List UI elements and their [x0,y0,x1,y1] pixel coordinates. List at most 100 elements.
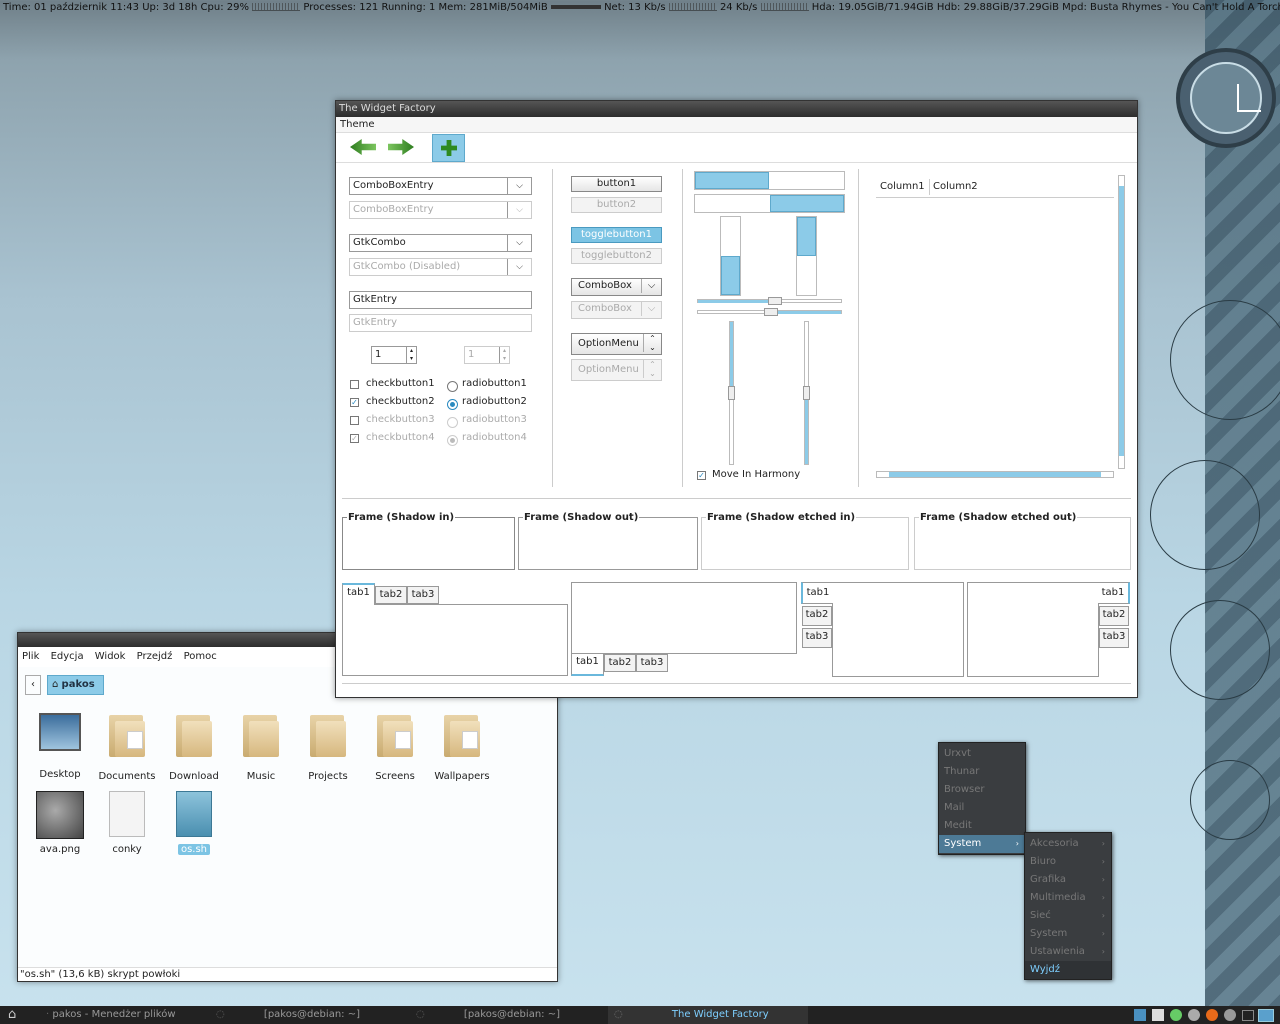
tab-right-1[interactable]: tab1 [1098,582,1130,604]
task-terminal-1[interactable]: ◌ [pakos@debian: ~] [210,1006,400,1024]
menu-przejdz[interactable]: Przejdź [137,651,173,662]
checkbutton-1[interactable] [350,380,359,389]
slider-handle[interactable] [728,386,735,400]
spin-arrows-icon[interactable]: ▴ ▾ [406,347,416,363]
submenu-item-akcesoria[interactable]: Akcesoria › [1025,835,1111,853]
submenu-item-siec[interactable]: Sieć › [1025,907,1111,925]
tray-icon-6[interactable] [1224,1009,1236,1021]
chevron-right-icon: › [1101,839,1105,848]
optionmenu-1[interactable]: OptionMenu ⌃ ⌄ [571,333,662,355]
tab-right-3[interactable]: tab3 [1099,628,1129,648]
tab-top-1[interactable]: tab1 [342,583,375,605]
slider-handle[interactable] [803,386,810,400]
tab-bottom-3[interactable]: tab3 [636,654,668,672]
radiobutton-1[interactable] [447,381,458,392]
menu-item-system[interactable]: System › [939,835,1025,853]
task-widget-factory[interactable]: ◌ The Widget Factory [608,1006,808,1024]
button-1[interactable]: button1 [571,176,662,192]
column-header-1[interactable]: Column1 [880,181,925,192]
tray-icon-1[interactable] [1134,1009,1146,1021]
tray-icon-3[interactable] [1170,1009,1182,1021]
tab-top-3[interactable]: tab3 [407,586,439,604]
checkbutton-2[interactable]: ✓ [350,398,359,407]
tab-right-2[interactable]: tab2 [1099,606,1129,626]
menu-widok[interactable]: Widok [95,651,126,662]
spinbutton-1[interactable]: 1 ▴ ▾ [371,346,417,364]
add-button[interactable] [432,134,465,162]
radiobutton-2[interactable] [447,399,458,410]
menu-item-thunar[interactable]: Thunar [939,763,1025,781]
togglebutton-1[interactable]: togglebutton1 [571,227,662,243]
home-icon[interactable]: ⌂ [8,1008,24,1022]
tab-bottom-1[interactable]: tab1 [571,654,604,676]
file-music[interactable]: Music [229,711,293,782]
tab-left-3[interactable]: tab3 [802,628,832,648]
scale-vertical-2[interactable] [803,321,810,465]
scale-vertical-1[interactable] [728,321,735,465]
back-arrow-icon[interactable] [350,139,376,155]
task-terminal-2[interactable]: ◌ [pakos@debian: ~] [410,1006,600,1024]
desktop-pager-2[interactable] [1258,1009,1274,1022]
comboboxentry-1[interactable]: ComboBoxEntry ⌵ [349,177,532,195]
slider-handle[interactable] [764,308,778,316]
menu-item-mail[interactable]: Mail [939,799,1025,817]
menu-pomoc[interactable]: Pomoc [184,651,217,662]
file-os-sh[interactable]: os.sh [162,791,226,855]
gtkcombo[interactable]: GtkCombo ⌵ [349,234,532,252]
tray-icon-2[interactable] [1152,1009,1164,1021]
forward-arrow-icon[interactable] [388,139,414,155]
chevron-down-icon[interactable]: ⌵ [507,235,531,251]
back-button[interactable]: ‹ [25,675,41,695]
file-download[interactable]: Download [162,711,226,782]
file-conky[interactable]: conky [95,791,159,855]
submenu-item-grafika[interactable]: Grafika › [1025,871,1111,889]
file-wallpapers[interactable]: Wallpapers [430,711,494,782]
tab-left-1[interactable]: tab1 [801,582,833,604]
chevron-down-icon[interactable]: ⌵ [507,178,531,194]
desktop-pager-1[interactable] [1242,1010,1254,1021]
file-ava-png[interactable]: ava.png [28,791,92,855]
treeview[interactable]: Column1 Column2 [874,175,1126,481]
file-documents[interactable]: Documents [95,711,159,782]
submenu-item-wyjdz[interactable]: Wyjdź [1025,961,1111,979]
task-file-manager[interactable]: · pakos - Menedżer plików [40,1006,205,1024]
mem-bar [550,5,601,9]
chevron-down-icon: ⌵ [641,302,661,316]
file-projects[interactable]: Projects [296,711,360,782]
widget-factory-titlebar[interactable]: The Widget Factory [336,101,1137,117]
submenu-item-multimedia[interactable]: Multimedia › [1025,889,1111,907]
location-button[interactable]: ⌂ pakos [47,675,104,695]
horizontal-scrollbar[interactable] [876,471,1114,478]
clock-widget [1176,48,1276,148]
tab-bottom-2[interactable]: tab2 [604,654,636,672]
gtkentry[interactable]: GtkEntry [349,291,532,309]
combobox-1[interactable]: ComboBox ⌵ [571,278,662,296]
column-header-2[interactable]: Column2 [933,181,978,192]
tab-left-2[interactable]: tab2 [802,606,832,626]
net-graph-2 [760,3,809,11]
menu-item-urxvt[interactable]: Urxvt [939,745,1025,763]
tray-icon-4[interactable] [1188,1009,1200,1021]
move-in-harmony-check[interactable]: ✓ [697,471,706,480]
menu-item-medit[interactable]: Medit [939,817,1025,835]
frame-title: Frame (Shadow in) [347,512,456,523]
menu-theme[interactable]: Theme [340,119,375,130]
vertical-scrollbar[interactable] [1118,175,1125,469]
menu-edycja[interactable]: Edycja [51,651,84,662]
file-desktop[interactable]: Desktop [28,713,92,780]
submenu-item-ustawienia[interactable]: Ustawienia › [1025,943,1111,961]
submenu-item-system[interactable]: System › [1025,925,1111,943]
checkbutton-4: ✓ [350,434,359,443]
firefox-icon[interactable] [1206,1009,1218,1021]
menu-plik[interactable]: Plik [22,651,39,662]
menu-item-browser[interactable]: Browser [939,781,1025,799]
tab-top-2[interactable]: tab2 [375,586,407,604]
entry-text: GtkEntry [353,317,398,328]
scale-horizontal-1[interactable] [697,297,842,305]
submenu-item-biuro[interactable]: Biuro › [1025,853,1111,871]
scale-horizontal-2[interactable] [697,308,842,316]
slider-handle[interactable] [768,297,782,305]
taskbar: ⌂ · pakos - Menedżer plików ◌ [pakos@deb… [0,1006,1280,1024]
file-screens[interactable]: Screens [363,711,427,782]
file-label: Screens [375,771,415,782]
